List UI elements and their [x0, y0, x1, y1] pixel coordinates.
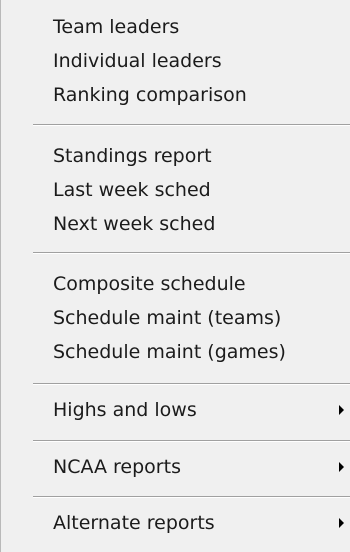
menu-item-individual-leaders[interactable]: Individual leaders [1, 44, 350, 78]
menu-group-alternate: Alternate reports [1, 498, 350, 540]
menu-item-alternate-reports[interactable]: Alternate reports [1, 506, 350, 540]
menu-item-composite-schedule[interactable]: Composite schedule [1, 267, 350, 301]
menu-item-schedule-maint-teams[interactable]: Schedule maint (teams) [1, 301, 350, 335]
menu-item-label: Schedule maint (teams) [53, 307, 282, 329]
menu-item-ncaa-reports[interactable]: NCAA reports [1, 450, 350, 484]
chevron-right-icon [339, 462, 344, 472]
menu-item-ranking-comparison[interactable]: Ranking comparison [1, 78, 350, 112]
menu-group-schedule: Composite schedule Schedule maint (teams… [1, 254, 350, 383]
menu-item-label: Last week sched [53, 179, 211, 201]
menu-item-team-leaders[interactable]: Team leaders [1, 10, 350, 44]
menu-group-leaders: Team leaders Individual leaders Ranking … [1, 0, 350, 124]
menu-item-standings-report[interactable]: Standings report [1, 139, 350, 173]
chevron-right-icon [339, 518, 344, 528]
menu-item-highs-and-lows[interactable]: Highs and lows [1, 393, 350, 427]
menu-item-label: NCAA reports [53, 456, 181, 478]
menu-item-label: Schedule maint (games) [53, 341, 286, 363]
context-menu: Team leaders Individual leaders Ranking … [0, 0, 350, 552]
menu-item-label: Individual leaders [53, 50, 222, 72]
menu-item-schedule-maint-games[interactable]: Schedule maint (games) [1, 335, 350, 369]
chevron-right-icon [339, 405, 344, 415]
menu-group-standings: Standings report Last week sched Next we… [1, 126, 350, 252]
menu-item-label: Composite schedule [53, 273, 246, 295]
menu-group-highs-lows: Highs and lows [1, 385, 350, 440]
menu-item-next-week-sched[interactable]: Next week sched [1, 207, 350, 241]
menu-group-ncaa: NCAA reports [1, 442, 350, 496]
menu-item-label: Team leaders [53, 16, 180, 38]
menu-item-label: Alternate reports [53, 512, 215, 534]
menu-item-label: Standings report [53, 145, 212, 167]
menu-item-label: Ranking comparison [53, 84, 247, 106]
menu-item-label: Highs and lows [53, 399, 197, 421]
menu-item-last-week-sched[interactable]: Last week sched [1, 173, 350, 207]
menu-item-label: Next week sched [53, 213, 216, 235]
